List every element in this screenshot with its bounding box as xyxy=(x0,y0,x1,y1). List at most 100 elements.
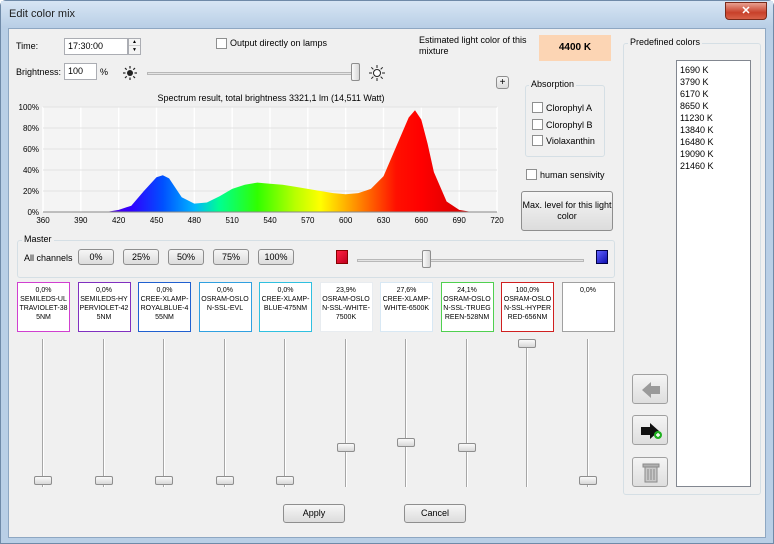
channel-slider-track[interactable] xyxy=(163,339,165,487)
time-input[interactable]: 17:30:00 xyxy=(64,38,128,55)
master-slider-thumb[interactable] xyxy=(422,250,432,268)
preset-button[interactable]: 25% xyxy=(123,249,159,265)
y-tick-label: 80% xyxy=(23,124,39,133)
cancel-button[interactable]: Cancel xyxy=(404,504,466,523)
channel-name: CREE-XLAMP-BLUE-475NM xyxy=(261,296,310,312)
plus-button[interactable]: + xyxy=(496,76,509,89)
preset-button[interactable]: 0% xyxy=(78,249,114,265)
channel-slider-thumb[interactable] xyxy=(457,442,476,452)
time-up-icon[interactable]: ▲ xyxy=(129,39,140,46)
channel-percent: 0,0% xyxy=(156,287,173,294)
window-title: Edit color mix xyxy=(9,8,76,20)
human-sensivity-checkbox[interactable] xyxy=(526,169,537,180)
list-item[interactable]: 13840 K xyxy=(677,124,750,136)
channel-slider-thumb[interactable] xyxy=(276,476,294,485)
estimate-label: Estimated light color of this mixture xyxy=(419,35,527,56)
list-item[interactable]: 21460 K xyxy=(677,160,750,172)
channel-slider-thumb[interactable] xyxy=(34,476,52,485)
clorophyl-a-checkbox[interactable] xyxy=(532,102,543,113)
time-label: Time: xyxy=(16,41,39,51)
x-tick-label: 720 xyxy=(490,216,504,225)
trash-icon xyxy=(642,463,660,483)
channel-slider-track[interactable] xyxy=(344,339,347,487)
move-left-button[interactable] xyxy=(632,374,668,404)
predefined-title: Predefined colors xyxy=(628,37,703,47)
x-tick-label: 660 xyxy=(415,216,429,225)
time-spinner[interactable]: ▲ ▼ xyxy=(128,38,141,55)
apply-button[interactable]: Apply xyxy=(283,504,345,523)
channel-slider-thumb[interactable] xyxy=(336,443,355,453)
channel-box: 24,1% OSRAM-OSLON-SSL-TRUEGREEN-528NM xyxy=(440,282,494,332)
clorophyl-b-label: Clorophyl B xyxy=(546,120,593,130)
channel-slider-thumb[interactable] xyxy=(578,476,597,485)
channel-slider-track[interactable] xyxy=(586,339,589,487)
delete-preset-button[interactable] xyxy=(632,457,668,487)
list-item[interactable]: 16480 K xyxy=(677,136,750,148)
y-tick-label: 20% xyxy=(23,187,39,196)
add-preset-button[interactable] xyxy=(632,415,668,445)
channel-slider-track[interactable] xyxy=(42,339,44,487)
brightness-slider-track[interactable] xyxy=(147,72,359,75)
list-item[interactable]: 6170 K xyxy=(677,88,750,100)
x-tick-label: 510 xyxy=(225,216,239,225)
channel-name: SEMILEDS-HYPERVIOLET-425NM xyxy=(79,296,129,321)
close-button[interactable]: ✕ xyxy=(725,2,767,20)
channel-box: 27,6% CREE-XLAMP-WHITE-6500K xyxy=(380,282,433,332)
channel-slider-track[interactable] xyxy=(284,339,286,487)
brightness-high-icon xyxy=(369,65,385,81)
channel-slider-thumb[interactable] xyxy=(518,339,536,348)
violaxanthin-checkbox[interactable] xyxy=(532,135,543,146)
absorption-title: Absorption xyxy=(529,79,577,89)
channel-slider-track[interactable] xyxy=(526,339,528,487)
channel-percent: 27,6% xyxy=(396,287,417,294)
output-directly-checkbox[interactable] xyxy=(216,38,227,49)
channel-slider-thumb[interactable] xyxy=(94,476,113,485)
preset-button[interactable]: 100% xyxy=(258,249,294,265)
brightness-input[interactable]: 100 xyxy=(64,63,97,80)
all-channels-label: All channels xyxy=(24,253,73,263)
channel-box: 0,0% SEMILEDS-ULTRAVIOLET-385NM xyxy=(17,282,70,332)
channel-percent: 0,0% xyxy=(96,287,112,294)
brightness-slider-thumb[interactable] xyxy=(351,63,360,81)
x-tick-label: 570 xyxy=(301,216,315,225)
channel-percent: 0,0% xyxy=(35,287,52,294)
channel-name: OSRAM-OSLON-SSL-EVL xyxy=(201,296,249,312)
channel-box: 100,0% OSRAM-OSLON-SSL-HYPERRED-656NM xyxy=(501,282,554,332)
estimated-color-swatch: 4400 K xyxy=(539,35,611,61)
channel-name: CREE-XLAMP-ROYALBLUE-455NM xyxy=(140,296,189,321)
master-slider-track[interactable] xyxy=(357,259,584,262)
x-tick-label: 690 xyxy=(452,216,466,225)
channel-slider-track[interactable] xyxy=(102,339,105,487)
spectrum-chart: 360 390 420 450 480 510 540 570 600 630 660 690 720 0… xyxy=(19,103,505,225)
y-tick-label: 0% xyxy=(27,208,39,217)
x-tick-label: 420 xyxy=(112,216,126,225)
clorophyl-b-checkbox[interactable] xyxy=(532,119,543,130)
preset-button[interactable]: 50% xyxy=(168,249,204,265)
brightness-label: Brightness: xyxy=(16,67,62,77)
channel-slider-thumb[interactable] xyxy=(215,476,234,485)
max-level-button[interactable]: Max. level for this light color xyxy=(521,191,613,231)
y-tick-label: 60% xyxy=(23,145,39,154)
list-item[interactable]: 8650 K xyxy=(677,100,750,112)
edit-color-mix-window: Edit color mix ✕ Time: 17:30:00 ▲ ▼ Outp… xyxy=(0,0,774,544)
list-item[interactable]: 1690 K xyxy=(677,64,750,76)
list-item[interactable]: 3790 K xyxy=(677,76,750,88)
time-down-icon[interactable]: ▼ xyxy=(129,46,140,54)
channel-percent: 100,0% xyxy=(515,287,540,294)
y-tick-label: 40% xyxy=(23,166,39,175)
list-item[interactable]: 19090 K xyxy=(677,148,750,160)
channel-box: 0,0% OSRAM-OSLON-SSL-EVL xyxy=(198,282,252,332)
channel-slider-thumb[interactable] xyxy=(155,476,173,485)
channel-slider-track[interactable] xyxy=(465,339,468,487)
preset-button[interactable]: 75% xyxy=(213,249,249,265)
predefined-list[interactable]: 1690 K 3790 K 6170 K 8650 K 11230 K 13840 K 16… xyxy=(676,60,751,487)
list-item[interactable]: 11230 K xyxy=(677,112,750,124)
x-tick-label: 390 xyxy=(74,216,88,225)
channel-name: CREE-XLAMP-WHITE-6500K xyxy=(382,296,431,312)
channel-slider-thumb[interactable] xyxy=(397,438,415,448)
channel-box: 0,0% CREE-XLAMP-BLUE-475NM xyxy=(259,282,312,332)
channel-slider-track[interactable] xyxy=(223,339,226,487)
channel-name: OSRAM-OSLON-SSL-HYPERRED-656NM xyxy=(503,296,552,321)
channel-slider-track[interactable] xyxy=(405,339,407,487)
y-tick-label: 100% xyxy=(19,103,39,112)
